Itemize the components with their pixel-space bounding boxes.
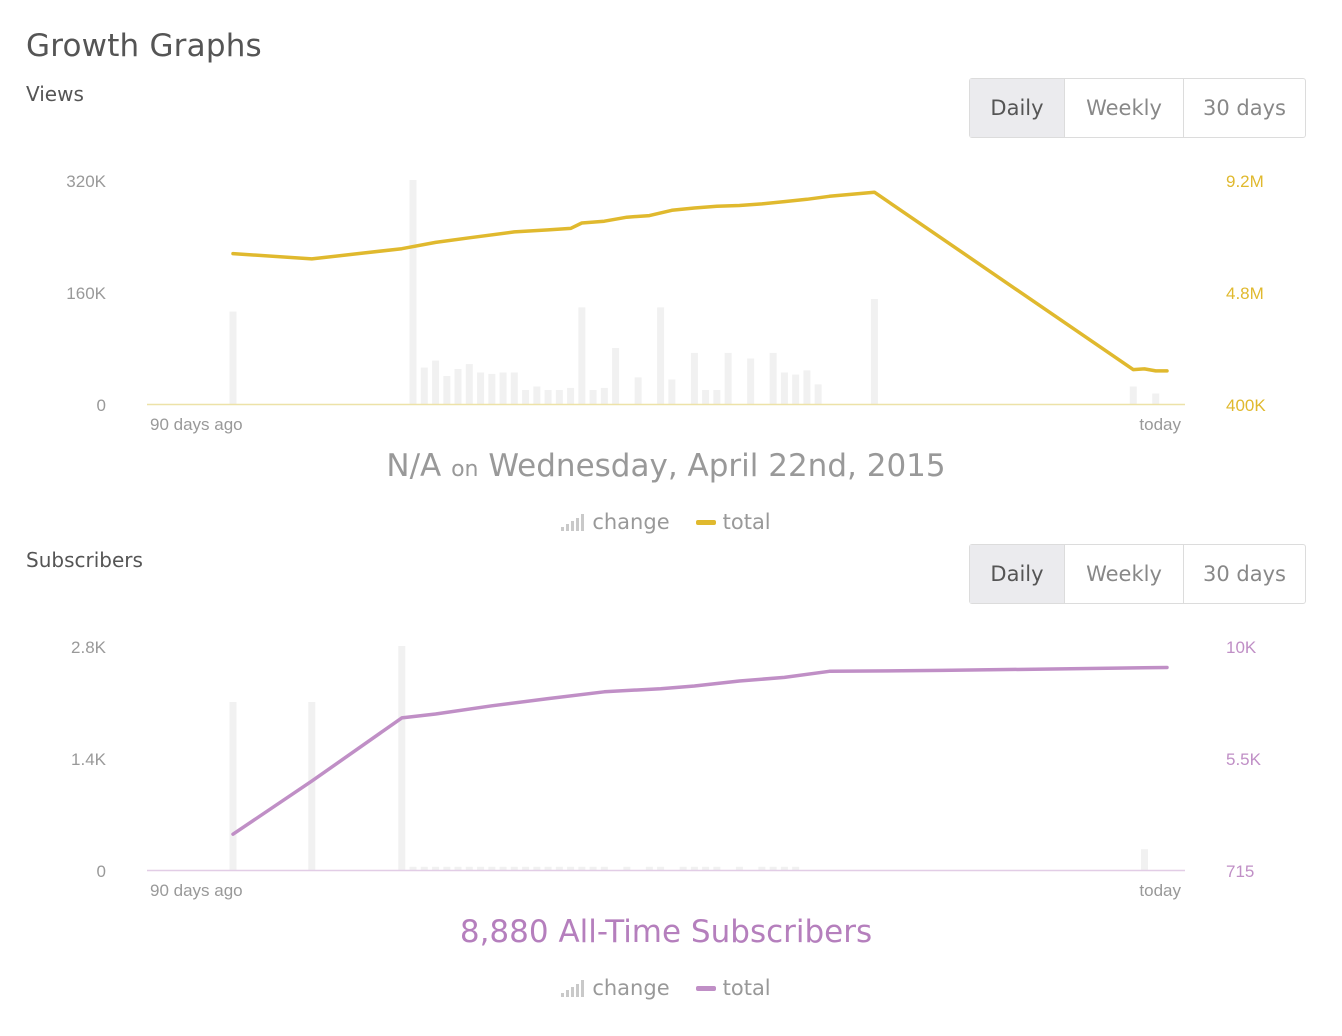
subscribers-chart: 0 1.4K 2.8K 715 5.5K 10K 90 days ago today <box>71 638 1262 900</box>
change-bar <box>634 377 642 404</box>
change-bar <box>499 866 507 870</box>
change-bar <box>1152 393 1160 404</box>
change-bar <box>465 364 473 404</box>
change-bar <box>600 866 608 870</box>
change-bar <box>488 373 496 404</box>
change-bar <box>454 369 462 404</box>
subscribers-legend-change[interactable]: change <box>561 976 670 1000</box>
right-axis-tick-label: 5.5K <box>1226 750 1262 769</box>
right-axis-tick-label: 9.2M <box>1226 172 1264 191</box>
left-axis-tick-label: 0 <box>97 396 106 415</box>
left-axis-tick-label: 0 <box>97 862 106 881</box>
change-bar <box>870 299 878 404</box>
change-bar <box>713 390 721 404</box>
subscribers-legend-total[interactable]: total <box>695 976 771 1000</box>
change-bar <box>780 372 788 404</box>
change-bar <box>499 372 507 404</box>
change-bar <box>409 180 417 404</box>
subscribers-summary: 8,880 All-Time Subscribers <box>459 914 873 950</box>
change-bar <box>792 374 800 404</box>
right-axis-tick-label: 715 <box>1226 862 1254 881</box>
change-bar <box>780 866 788 870</box>
change-bar <box>690 866 698 870</box>
subscribers-legend-total-label: total <box>722 976 771 1000</box>
right-axis-tick-label: 400K <box>1226 396 1266 415</box>
change-bar <box>735 866 743 870</box>
views-chart: 0 160K 320K 400K 4.8M 9.2M 90 days ago today <box>66 172 1266 434</box>
right-axis-tick-label: 10K <box>1226 638 1257 657</box>
x-axis-tick-label: 90 days ago <box>150 415 243 434</box>
change-bar <box>713 866 721 870</box>
x-axis-tick-label: today <box>1139 415 1181 434</box>
change-bar <box>578 307 586 404</box>
change-bar <box>657 307 665 404</box>
change-bar <box>724 352 732 404</box>
bars-icon <box>561 979 585 997</box>
total-line <box>231 665 1169 836</box>
change-bar <box>567 866 575 870</box>
change-bar <box>814 384 822 404</box>
change-bar <box>522 866 530 870</box>
change-bar <box>803 370 811 404</box>
change-bar <box>1129 386 1137 404</box>
change-bar <box>420 866 428 870</box>
total-line <box>231 190 1169 373</box>
change-bar <box>668 379 676 404</box>
change-bar <box>443 376 451 404</box>
change-bar <box>533 386 541 404</box>
change-bar <box>589 390 597 404</box>
change-bar <box>758 866 766 870</box>
change-bar <box>432 866 440 870</box>
change-bar <box>308 702 316 870</box>
change-bar <box>398 646 406 870</box>
change-bar <box>488 866 496 870</box>
change-bar <box>555 390 563 404</box>
change-bar <box>702 866 710 870</box>
change-bar <box>477 372 485 404</box>
change-bar <box>600 387 608 404</box>
change-bar <box>454 866 462 870</box>
change-bar <box>465 866 473 870</box>
change-bar <box>555 866 563 870</box>
change-bar <box>533 866 541 870</box>
change-bar <box>522 390 530 404</box>
change-bar <box>623 866 631 870</box>
subscribers-legend: change total <box>0 976 1332 1000</box>
change-bar <box>769 352 777 404</box>
change-bar <box>510 866 518 870</box>
change-bar <box>612 348 620 404</box>
change-bar <box>1140 849 1148 870</box>
change-bar <box>578 866 586 870</box>
line-swatch-icon <box>695 985 716 991</box>
left-axis-tick-label: 320K <box>66 172 106 191</box>
change-bar <box>679 866 687 870</box>
change-bar <box>544 390 552 404</box>
change-bar <box>229 702 237 870</box>
change-bar <box>747 358 755 404</box>
change-bar <box>690 352 698 404</box>
left-axis-tick-label: 160K <box>66 284 106 303</box>
change-bar <box>769 866 777 870</box>
change-bar <box>544 866 552 870</box>
change-bar <box>432 360 440 404</box>
change-bar <box>567 387 575 404</box>
right-axis-tick-label: 4.8M <box>1226 284 1264 303</box>
change-bar <box>510 372 518 404</box>
change-bar <box>645 866 653 870</box>
change-bar <box>443 866 451 870</box>
left-axis-tick-label: 1.4K <box>71 750 107 769</box>
left-axis-tick-label: 2.8K <box>71 638 107 657</box>
change-bar <box>229 311 237 404</box>
change-bar <box>792 866 800 870</box>
change-bar <box>409 866 417 870</box>
change-bar <box>589 866 597 870</box>
change-bar <box>657 866 665 870</box>
change-bar <box>477 866 485 870</box>
change-bar <box>420 367 428 404</box>
x-axis-tick-label: today <box>1139 881 1181 900</box>
subscribers-legend-change-label: change <box>592 976 670 1000</box>
x-axis-tick-label: 90 days ago <box>150 881 243 900</box>
change-bar <box>702 390 710 404</box>
